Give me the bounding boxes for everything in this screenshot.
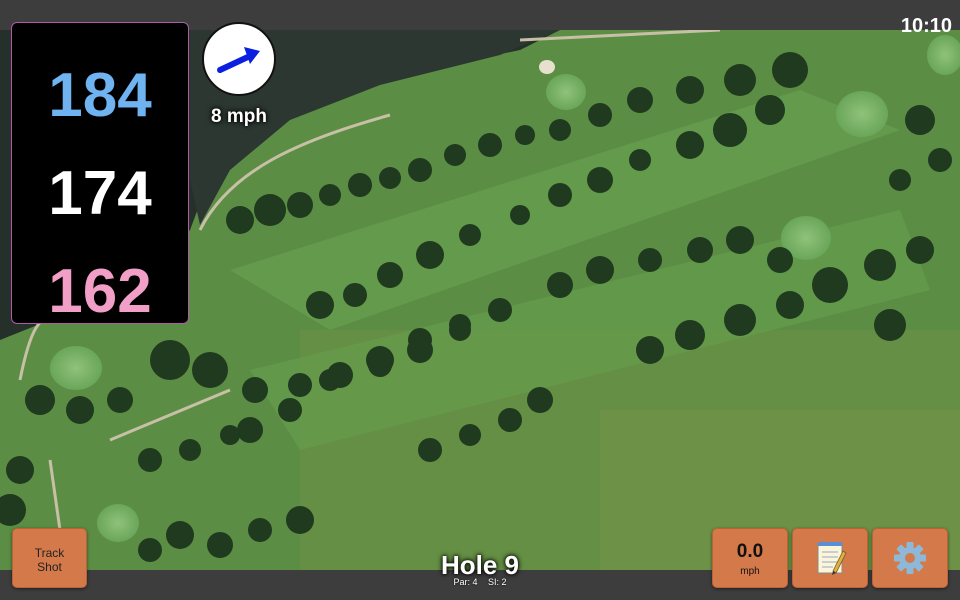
track-shot-label-line1: Track	[34, 546, 65, 560]
gear-icon	[894, 542, 926, 574]
speed-value: 0.0	[736, 541, 764, 562]
settings-button[interactable]	[872, 528, 948, 588]
track-shot-label-line2: Shot	[37, 560, 62, 574]
track-shot-button[interactable]: Track Shot	[12, 528, 87, 588]
front-yardage: 162	[48, 257, 152, 326]
yardage-panel: 184 174 162	[11, 22, 189, 324]
notes-button[interactable]	[792, 528, 868, 588]
wind-arrow-icon	[217, 47, 260, 73]
stroke-index-label: SI: 2	[488, 577, 507, 587]
middle-yardage: 174	[48, 159, 152, 228]
speed-button[interactable]: 0.0 mph	[712, 528, 788, 588]
wind-direction-indicator	[202, 22, 276, 96]
back-yardage: 184	[48, 61, 152, 130]
notepad-icon	[817, 542, 847, 575]
speed-unit: mph	[740, 566, 760, 577]
wind-speed-label: 8 mph	[211, 106, 267, 127]
par-label: Par: 4	[453, 577, 478, 587]
clock-time: 10:10	[900, 15, 952, 37]
hole-info: Par: 4 SI: 2	[380, 577, 580, 587]
